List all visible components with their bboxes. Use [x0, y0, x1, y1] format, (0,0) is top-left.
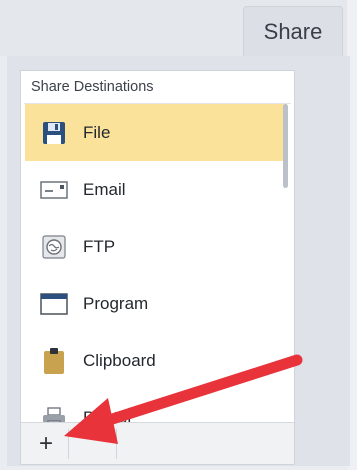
list-toolbar: +: [21, 422, 294, 464]
list-item-label: Program: [83, 293, 149, 313]
ftp-globe-icon: [39, 232, 69, 262]
list-item-clipboard[interactable]: Clipboard: [25, 332, 287, 389]
list-item-label: FTP: [83, 236, 116, 256]
add-destination-button[interactable]: +: [31, 429, 61, 459]
list-item-file[interactable]: File: [25, 104, 287, 161]
list-item-label: Email: [83, 179, 126, 199]
list-item-label: Clipboard: [83, 350, 156, 370]
toolbar-divider: [116, 429, 117, 459]
destinations-list: File Email FTP Program Clipboard Printer: [25, 104, 287, 446]
list-item-ftp[interactable]: FTP: [25, 218, 287, 275]
program-window-icon: [39, 289, 69, 319]
list-item-program[interactable]: Program: [25, 275, 287, 332]
save-disk-icon: [39, 118, 69, 148]
panel-title: Share Destinations: [31, 79, 154, 95]
share-destinations-panel: Share Destinations File Email FTP Progra…: [20, 70, 295, 465]
list-scrollbar[interactable]: [283, 104, 288, 188]
clipboard-icon: [39, 346, 69, 376]
list-item-email[interactable]: Email: [25, 161, 287, 218]
toolbar-divider: [68, 429, 69, 459]
tab-share[interactable]: Share: [243, 6, 343, 56]
tab-share-label: Share: [263, 18, 323, 44]
email-envelope-icon: [39, 175, 69, 205]
list-item-label: File: [83, 122, 111, 142]
